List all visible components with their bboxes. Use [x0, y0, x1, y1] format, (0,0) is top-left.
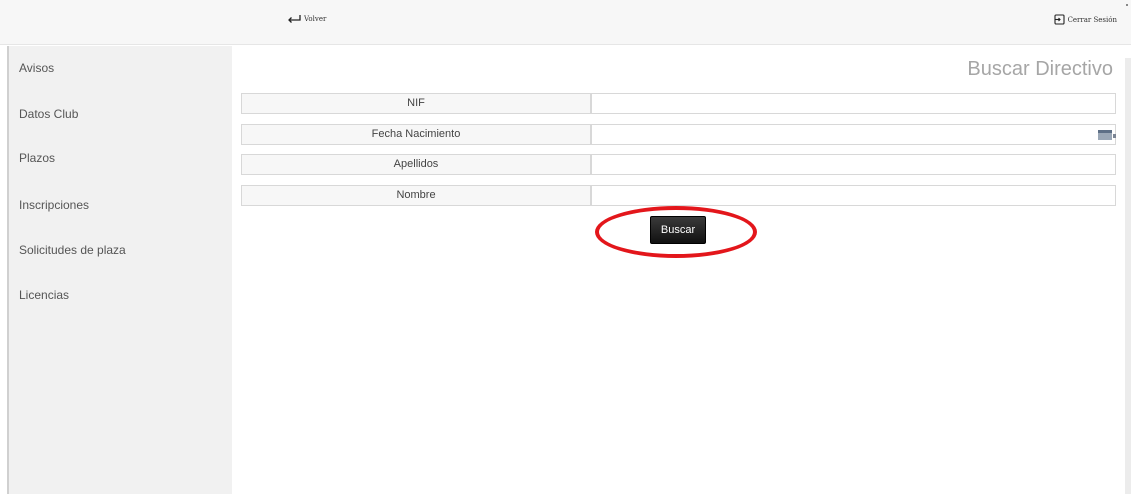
- nombre-field-box: [591, 185, 1116, 206]
- form-row-nif: NIF: [241, 93, 1116, 114]
- form-row-nombre: Nombre: [241, 185, 1116, 206]
- return-arrow-icon: [288, 15, 301, 23]
- nombre-input[interactable]: [592, 186, 1090, 206]
- back-link[interactable]: Volver: [287, 14, 326, 23]
- logout-icon: [1054, 14, 1065, 25]
- fecha-field-box: [591, 124, 1116, 145]
- scrollbar[interactable]: [1125, 58, 1131, 494]
- nif-input[interactable]: [592, 94, 1090, 114]
- sidebar-item-licencias[interactable]: Licencias: [19, 288, 69, 302]
- apellidos-label: Apellidos: [241, 154, 591, 175]
- buscar-button[interactable]: Buscar: [650, 216, 706, 244]
- form-row-apellidos: Apellidos: [241, 154, 1116, 175]
- apellidos-input[interactable]: [592, 155, 1090, 175]
- window-dot: [1126, 4, 1128, 6]
- nif-label: NIF: [241, 93, 591, 114]
- sidebar: Avisos Datos Club Plazos Inscripciones S…: [7, 46, 234, 494]
- sidebar-item-inscripciones[interactable]: Inscripciones: [19, 198, 89, 212]
- sidebar-item-solicitudes[interactable]: Solicitudes de plaza: [19, 243, 126, 257]
- page-title: Buscar Directivo: [967, 58, 1113, 80]
- nif-field-box: [591, 93, 1116, 114]
- form-row-fecha: Fecha Nacimiento: [241, 124, 1116, 145]
- fecha-nacimiento-input[interactable]: [592, 125, 1090, 145]
- calendar-icon[interactable]: [1098, 130, 1116, 140]
- logout-link[interactable]: Cerrar Sesión: [1054, 14, 1117, 25]
- apellidos-field-box: [591, 154, 1116, 175]
- top-bar: Volver Cerrar Sesión: [0, 0, 1131, 45]
- sidebar-item-plazos[interactable]: Plazos: [19, 151, 55, 165]
- back-label: Volver: [304, 14, 327, 23]
- sidebar-item-datos-club[interactable]: Datos Club: [19, 107, 78, 121]
- main-content: Buscar Directivo NIF Fecha Nacimiento Ap…: [232, 46, 1125, 494]
- nombre-label: Nombre: [241, 185, 591, 206]
- logout-label: Cerrar Sesión: [1067, 15, 1117, 24]
- fecha-nacimiento-label: Fecha Nacimiento: [241, 124, 591, 145]
- sidebar-item-avisos[interactable]: Avisos: [19, 61, 54, 75]
